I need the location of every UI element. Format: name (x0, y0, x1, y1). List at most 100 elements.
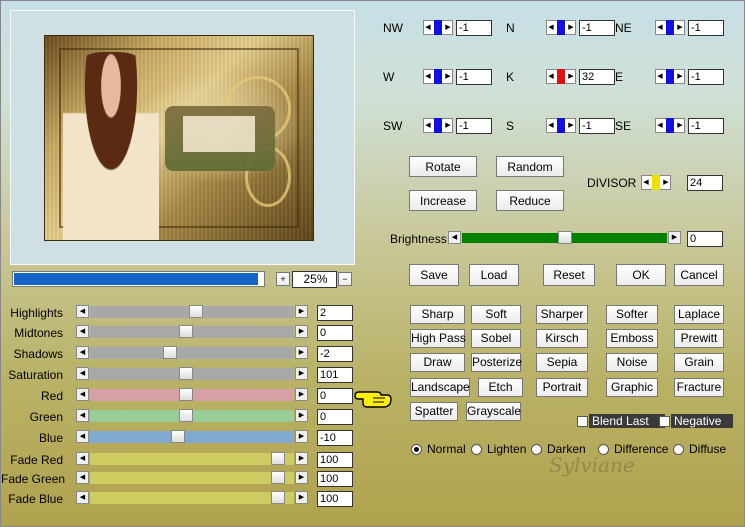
adjust-slider[interactable]: ◀ ▶ (76, 409, 308, 423)
direction-field-sw[interactable]: -1 (456, 118, 492, 134)
adjust-slider[interactable]: ◀ ▶ (76, 452, 308, 466)
direction-slider-sw[interactable]: ◀ ▶ (423, 118, 453, 133)
slider-thumb[interactable] (189, 305, 204, 318)
direction-increase-icon[interactable]: ▶ (567, 120, 575, 131)
random-button[interactable]: Random (496, 156, 564, 177)
direction-increase-icon[interactable]: ▶ (444, 71, 452, 82)
divisor-increase-icon[interactable]: ▶ (662, 177, 670, 188)
direction-decrease-icon[interactable]: ◀ (656, 120, 664, 131)
direction-field-w[interactable]: -1 (456, 69, 492, 85)
preset-draw-button[interactable]: Draw (410, 353, 465, 372)
direction-increase-icon[interactable]: ▶ (444, 22, 452, 33)
direction-field-k[interactable]: 32 (579, 69, 615, 85)
direction-field-s[interactable]: -1 (579, 118, 615, 134)
slider-left-arrow-icon[interactable]: ◀ (76, 325, 89, 338)
preset-grayscale-button[interactable]: Grayscale (466, 402, 521, 421)
brightness-left-arrow-icon[interactable]: ◀ (448, 231, 461, 244)
preset-etch-button[interactable]: Etch (478, 378, 523, 397)
direction-field-se[interactable]: -1 (688, 118, 724, 134)
direction-field-e[interactable]: -1 (688, 69, 724, 85)
adjust-field[interactable]: 0 (317, 325, 353, 341)
slider-thumb[interactable] (270, 452, 285, 465)
preset-softer-button[interactable]: Softer (606, 305, 658, 324)
reduce-button[interactable]: Reduce (496, 190, 564, 211)
adjust-field[interactable]: 0 (317, 409, 353, 425)
preset-sobel-button[interactable]: Sobel (471, 329, 521, 348)
slider-left-arrow-icon[interactable]: ◀ (76, 471, 89, 484)
slider-left-arrow-icon[interactable]: ◀ (76, 491, 89, 504)
preset-emboss-button[interactable]: Emboss (606, 329, 658, 348)
slider-left-arrow-icon[interactable]: ◀ (76, 452, 89, 465)
preset-laplace-button[interactable]: Laplace (674, 305, 724, 324)
brightness-field[interactable]: 0 (687, 231, 723, 247)
cancel-button[interactable]: Cancel (674, 264, 724, 286)
preset-sepia-button[interactable]: Sepia (536, 353, 588, 372)
slider-left-arrow-icon[interactable]: ◀ (76, 430, 89, 443)
slider-left-arrow-icon[interactable]: ◀ (76, 305, 89, 318)
negative-checkbox[interactable] (659, 416, 670, 427)
preset-sharp-button[interactable]: Sharp (410, 305, 465, 324)
adjust-field[interactable]: 100 (317, 471, 353, 487)
divisor-field[interactable]: 24 (687, 175, 723, 191)
save-button[interactable]: Save (409, 264, 459, 286)
direction-slider-s[interactable]: ◀ ▶ (546, 118, 576, 133)
adjust-field[interactable]: -10 (317, 430, 353, 446)
slider-thumb[interactable] (162, 346, 177, 359)
blend-mode-radio[interactable] (673, 444, 684, 455)
adjust-field[interactable]: 101 (317, 367, 353, 383)
slider-right-arrow-icon[interactable]: ▶ (295, 430, 308, 443)
slider-thumb[interactable] (178, 388, 193, 401)
preset-landscape-button[interactable]: Landscape (410, 378, 470, 397)
adjust-field[interactable]: 100 (317, 491, 353, 507)
slider-right-arrow-icon[interactable]: ▶ (295, 409, 308, 422)
slider-right-arrow-icon[interactable]: ▶ (295, 325, 308, 338)
adjust-slider[interactable]: ◀ ▶ (76, 430, 308, 444)
ok-button[interactable]: OK (616, 264, 666, 286)
brightness-right-arrow-icon[interactable]: ▶ (668, 231, 681, 244)
slider-thumb[interactable] (270, 491, 285, 504)
direction-increase-icon[interactable]: ▶ (676, 71, 684, 82)
direction-increase-icon[interactable]: ▶ (676, 120, 684, 131)
blend-last-checkbox[interactable] (577, 416, 588, 427)
blend-mode-radio[interactable] (598, 444, 609, 455)
preset-noise-button[interactable]: Noise (606, 353, 658, 372)
preset-grain-button[interactable]: Grain (674, 353, 724, 372)
preset-high-pass-button[interactable]: High Pass (410, 329, 466, 348)
direction-decrease-icon[interactable]: ◀ (424, 71, 432, 82)
adjust-slider[interactable]: ◀ ▶ (76, 367, 308, 381)
brightness-slider[interactable]: ◀ ▶ (448, 231, 681, 245)
zoom-out-button[interactable]: − (338, 272, 352, 286)
preset-fracture-button[interactable]: Fracture (674, 378, 724, 397)
preset-kirsch-button[interactable]: Kirsch (536, 329, 588, 348)
preset-posterize-button[interactable]: Posterize (471, 353, 522, 372)
direction-decrease-icon[interactable]: ◀ (424, 120, 432, 131)
direction-decrease-icon[interactable]: ◀ (547, 71, 555, 82)
divisor-decrease-icon[interactable]: ◀ (642, 177, 650, 188)
slider-left-arrow-icon[interactable]: ◀ (76, 409, 89, 422)
slider-thumb[interactable] (178, 367, 193, 380)
preset-soft-button[interactable]: Soft (471, 305, 521, 324)
adjust-slider[interactable]: ◀ ▶ (76, 471, 308, 485)
brightness-thumb[interactable] (557, 231, 572, 244)
increase-button[interactable]: Increase (409, 190, 477, 211)
adjust-field[interactable]: -2 (317, 346, 353, 362)
direction-slider-w[interactable]: ◀ ▶ (423, 69, 453, 84)
slider-thumb[interactable] (178, 325, 193, 338)
direction-increase-icon[interactable]: ▶ (444, 120, 452, 131)
direction-field-ne[interactable]: -1 (688, 20, 724, 36)
slider-right-arrow-icon[interactable]: ▶ (295, 367, 308, 380)
preset-graphic-button[interactable]: Graphic (606, 378, 658, 397)
preset-prewitt-button[interactable]: Prewitt (674, 329, 724, 348)
reset-button[interactable]: Reset (543, 264, 595, 286)
slider-thumb[interactable] (170, 430, 185, 443)
direction-slider-k[interactable]: ◀ ▶ (546, 69, 576, 84)
slider-right-arrow-icon[interactable]: ▶ (295, 471, 308, 484)
adjust-slider[interactable]: ◀ ▶ (76, 388, 308, 402)
adjust-field[interactable]: 2 (317, 305, 353, 321)
slider-right-arrow-icon[interactable]: ▶ (295, 346, 308, 359)
slider-right-arrow-icon[interactable]: ▶ (295, 491, 308, 504)
slider-thumb[interactable] (178, 409, 193, 422)
direction-decrease-icon[interactable]: ◀ (424, 22, 432, 33)
direction-decrease-icon[interactable]: ◀ (656, 22, 664, 33)
slider-right-arrow-icon[interactable]: ▶ (295, 388, 308, 401)
